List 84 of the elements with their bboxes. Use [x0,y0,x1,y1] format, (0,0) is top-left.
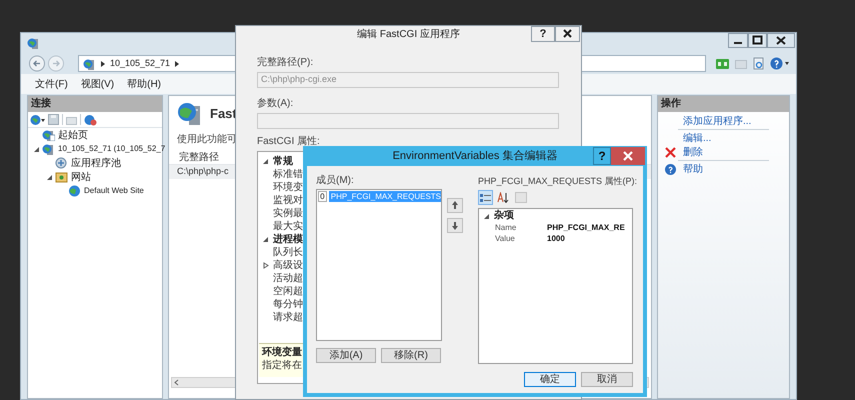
separator-icon [80,114,81,125]
category-label: 杂项 [494,211,514,221]
refresh-page-icon[interactable] [753,57,764,70]
property-name[interactable]: 环境变 [273,182,303,192]
app-icon [27,37,40,49]
delete-icon [664,146,676,158]
dialog-title: EnvironmentVariables 集合编辑器 [392,148,558,164]
action-link[interactable]: 删除 [683,144,703,160]
property-pages-icon [515,192,527,203]
property-name[interactable]: 实例最 [273,208,303,218]
categorized-button[interactable] [478,190,493,205]
field-label: 完整路径(P): [257,57,314,69]
property-value[interactable]: PHP_FCGI_MAX_RE [547,222,625,234]
globe-dropdown-icon[interactable] [30,114,45,126]
action-link[interactable]: 编辑... [683,130,712,146]
server-icon [42,143,55,155]
sort-az-icon [496,192,508,203]
description-text: 指定将在 [262,360,302,372]
expander-icon[interactable] [46,174,53,180]
property-name[interactable]: 活动超 [273,274,303,284]
breadcrumb-arrow-icon [101,60,105,66]
close-icon[interactable] [767,33,795,48]
property-value[interactable]: 1000 [547,232,565,244]
maximize-icon[interactable] [748,33,767,48]
field-label: 参数(A): [257,98,294,110]
panel-header: 操作 [658,96,789,112]
table-cell-text: C:\php\php-c [176,165,229,178]
tree-item[interactable]: 起始页 [58,128,88,142]
expander-icon[interactable] [33,146,40,152]
action-link[interactable]: 添加应用程序... [683,114,752,128]
separator-icon [62,114,63,125]
menu-item[interactable]: 文件(F) [35,76,68,92]
expander-icon[interactable] [262,262,269,269]
page-title: Fast [210,104,237,123]
category-label: 进程模 [273,234,303,244]
ok-button[interactable]: 确定 [524,372,576,387]
close-icon[interactable] [555,26,580,42]
column-header[interactable]: 完整路径 [169,150,219,165]
start-page-icon [42,129,55,141]
property-name[interactable]: 最大实 [273,222,303,232]
expander-icon[interactable] [483,212,490,220]
tree-item[interactable]: 10_105_52_71 (10_105_52_7 [58,143,166,155]
field-label: FastCGI 属性: [257,137,320,147]
help-icon [664,164,676,174]
globe-server-icon [177,100,203,126]
description-text: 使用此功能可 [177,132,237,147]
expander-icon[interactable] [262,236,269,243]
menu-item[interactable]: 帮助(H) [127,76,162,92]
help-button[interactable]: ? [593,147,611,165]
property-name[interactable]: 每分钟 [273,300,303,310]
minimize-icon[interactable] [728,33,748,48]
tree-item[interactable]: Default Web Site [84,185,144,197]
categorized-icon [480,192,491,202]
property-name[interactable]: 空闲超 [273,286,303,296]
property-name[interactable]: Name [479,222,547,234]
tree-item[interactable]: 应用程序池 [71,156,121,170]
globe-icon [68,185,81,197]
property-name[interactable]: Value [479,232,547,244]
property-name[interactable]: 高级设 [273,260,303,270]
remove-button[interactable]: 移除(R) [381,348,441,363]
server-icon [83,58,96,70]
move-up-icon[interactable] [447,198,463,213]
dialog-title: 编辑 FastCGI 应用程序 [357,28,460,42]
move-down-icon[interactable] [447,218,463,233]
category-label: 常规 [273,156,293,166]
menu-item[interactable]: 视图(V) [80,76,114,92]
help-button[interactable]: ? [531,26,555,42]
cancel-button[interactable]: 取消 [581,372,633,387]
property-name[interactable]: 队列长 [273,248,303,258]
property-name[interactable]: 请求超 [273,312,303,322]
sort-button[interactable] [495,190,510,205]
description-title: 环境变量 [262,347,302,359]
property-name[interactable]: 监视对 [273,196,303,206]
index-cell: 0 [318,191,327,202]
tree-item[interactable]: 网站 [71,170,91,184]
breadcrumb[interactable]: 10_105_52_71 [110,59,170,68]
panel-header: 连接 [28,96,162,112]
action-link[interactable]: 帮助 [683,162,703,176]
add-button[interactable]: 添加(A) [316,348,376,363]
field-label: 成员(M): [316,175,355,187]
property-name[interactable]: 标准错 [273,170,303,180]
help-icon[interactable] [770,57,790,70]
breadcrumb-arrow-icon [175,60,180,66]
app-pool-icon [55,157,68,169]
